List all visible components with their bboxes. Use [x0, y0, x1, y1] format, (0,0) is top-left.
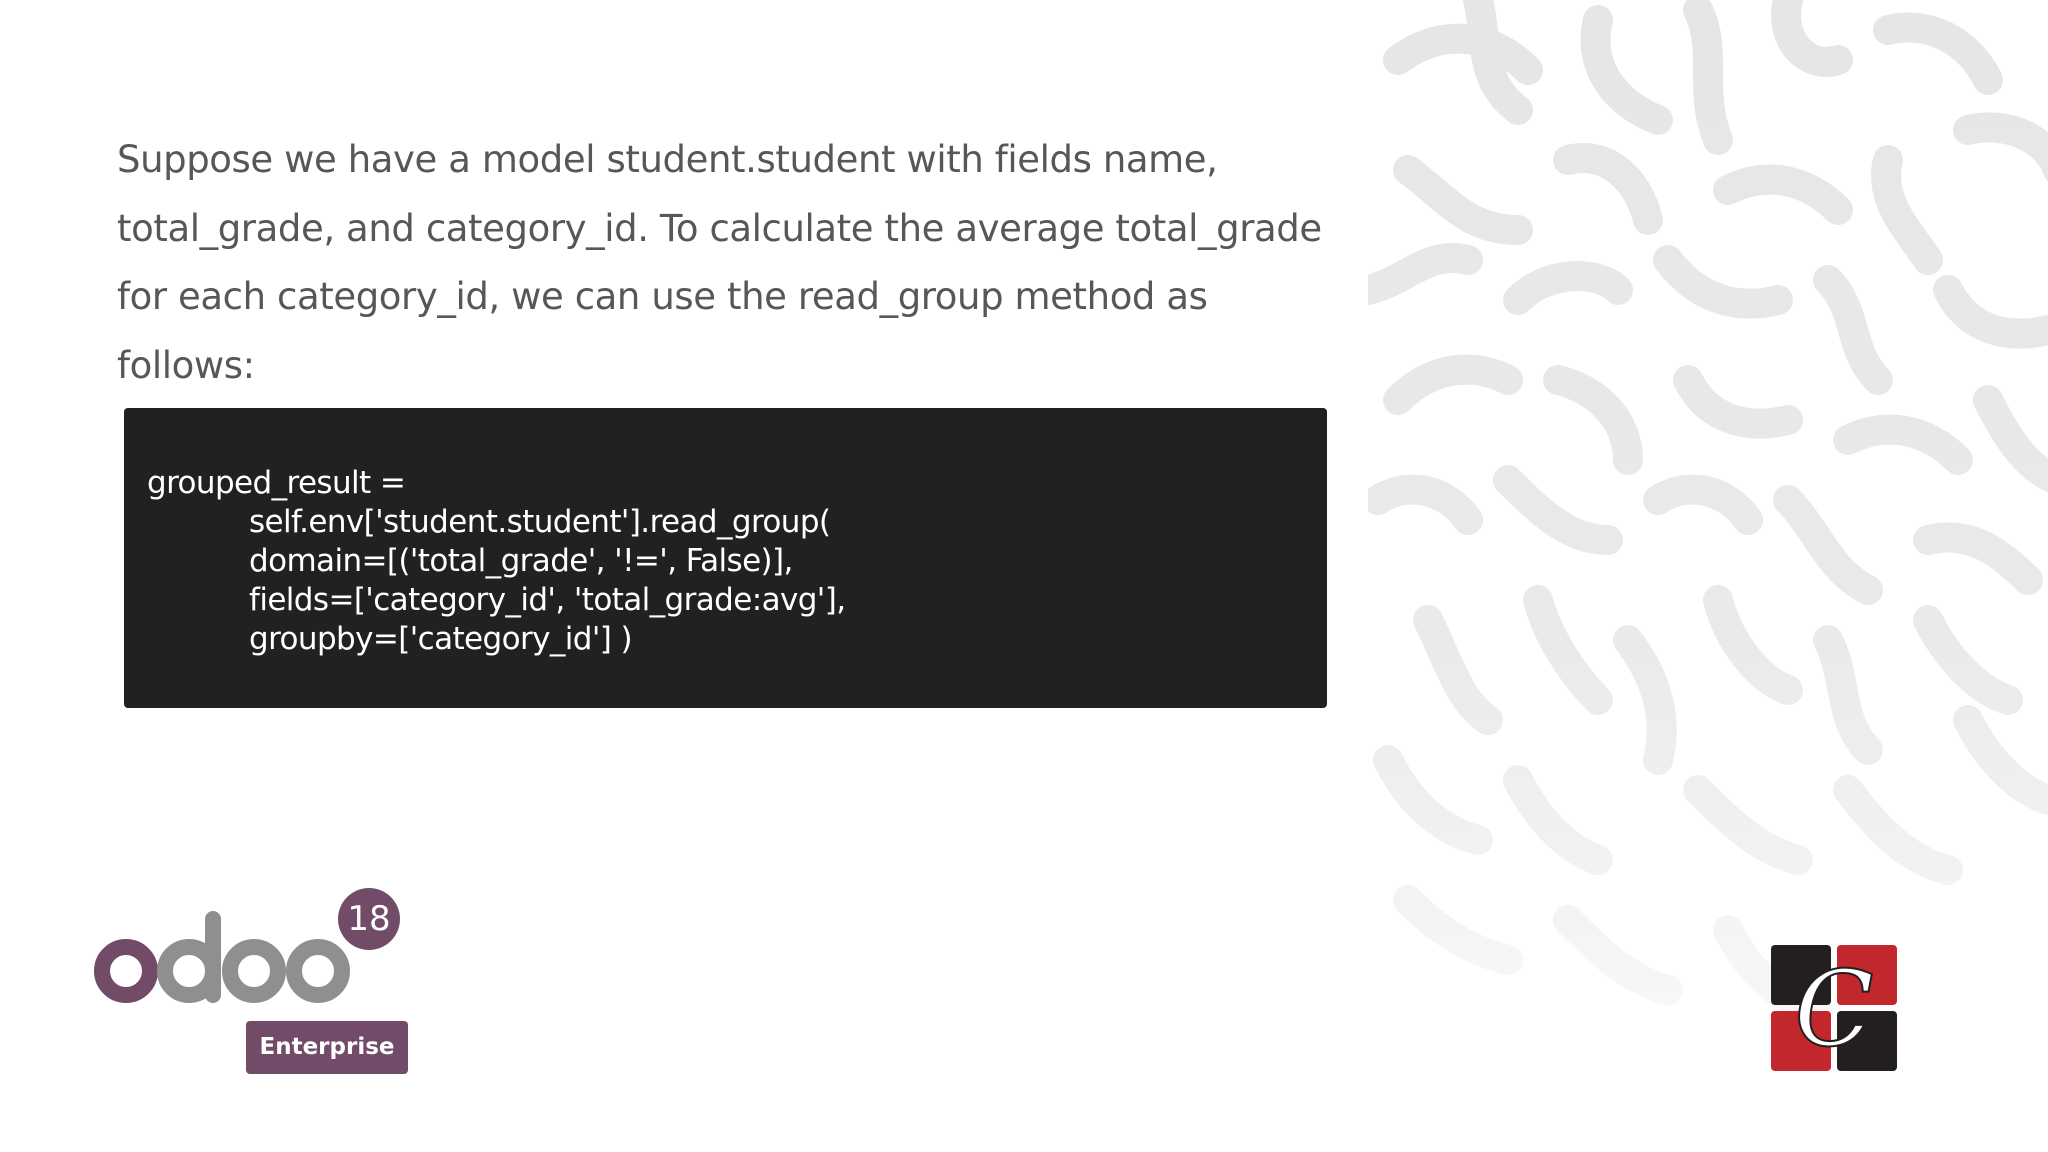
cybrosys-logo-icon: C — [1771, 945, 1897, 1071]
edition-badge: Enterprise — [246, 1021, 408, 1074]
code-line: groupby=['category_id'] ) — [249, 621, 633, 657]
version-badge: 18 — [338, 888, 400, 950]
code-line: self.env['student.student'].read_group( — [249, 504, 831, 540]
code-line: grouped_result = — [147, 465, 406, 501]
slide: Suppose we have a model student.student … — [0, 0, 2048, 1152]
svg-text:C: C — [1794, 948, 1874, 1070]
code-block: grouped_result = self.env['student.stude… — [124, 408, 1327, 708]
code-line: domain=[('total_grade', '!=', False)], — [249, 543, 793, 579]
decorative-pattern — [1368, 0, 2048, 1152]
intro-paragraph: Suppose we have a model student.student … — [117, 138, 1322, 387]
code-line: fields=['category_id', 'total_grade:avg'… — [249, 582, 846, 618]
